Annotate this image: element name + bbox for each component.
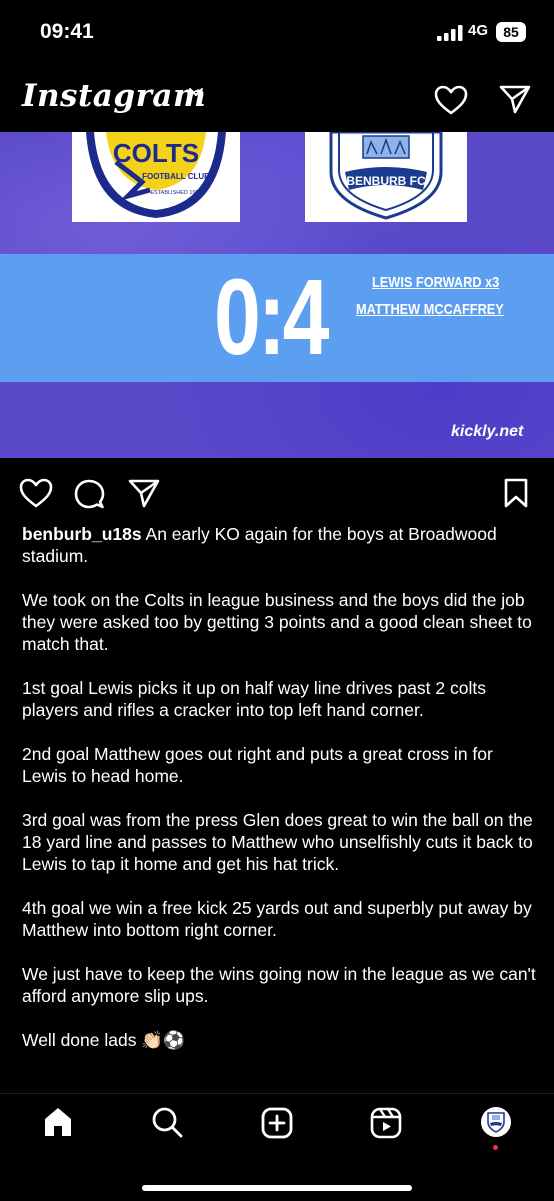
- colts-badge-est: ESTABLISHED 1969: [150, 190, 201, 196]
- notification-dot: [493, 1145, 498, 1150]
- scorer-1: LEWIS FORWARD x3: [372, 274, 500, 291]
- instagram-logo[interactable]: Instagram: [22, 78, 206, 114]
- colts-badge-text: COLTS: [113, 138, 199, 168]
- kickly-watermark: kickly.net: [451, 423, 524, 440]
- caption-paragraph: We took on the Colts in league business …: [22, 590, 532, 654]
- caption-username[interactable]: benburb_u18s: [22, 524, 142, 544]
- search-icon[interactable]: [151, 1106, 183, 1138]
- caption-paragraph: 2nd goal Matthew goes out right and puts…: [22, 744, 493, 786]
- caption-paragraph: 4th goal we win a free kick 25 yards out…: [22, 898, 532, 940]
- home-icon[interactable]: [42, 1106, 74, 1138]
- colts-crest-icon: COLTS FOOTBALL CLUB ESTABLISHED 1969: [86, 132, 226, 218]
- benburb-badge-text: BENBURB FC: [346, 174, 426, 188]
- signal-icon: [437, 25, 463, 41]
- home-indicator: [142, 1185, 412, 1191]
- battery-indicator: 85: [496, 22, 526, 42]
- colts-badge: COLTS FOOTBALL CLUB ESTABLISHED 1969: [72, 132, 240, 222]
- send-icon[interactable]: [499, 84, 531, 114]
- profile-crest-icon: [483, 1109, 509, 1135]
- colts-badge-sub: FOOTBALL CLUB: [142, 172, 210, 181]
- benburb-badge: BENBURB FC: [305, 132, 467, 222]
- caption-paragraph: We just have to keep the wins going now …: [22, 964, 536, 1006]
- heart-icon[interactable]: [434, 85, 468, 115]
- status-bar: 09:41 4G 85: [0, 0, 554, 66]
- reels-icon[interactable]: [370, 1107, 402, 1139]
- match-score: 0:4: [214, 256, 330, 377]
- bookmark-icon[interactable]: [503, 478, 529, 508]
- like-icon[interactable]: [19, 478, 53, 508]
- status-time: 09:41: [40, 20, 94, 43]
- caption-paragraph: 1st goal Lewis picks it up on half way l…: [22, 678, 486, 720]
- caption-paragraph: 3rd goal was from the press Glen does gr…: [22, 810, 533, 874]
- scorer-2: MATTHEW MCCAFFREY: [356, 301, 504, 318]
- share-icon[interactable]: [128, 478, 160, 508]
- profile-avatar[interactable]: [481, 1107, 511, 1137]
- benburb-crest-icon: BENBURB FC: [329, 132, 443, 220]
- post-caption: benburb_u18s An early KO again for the b…: [22, 523, 537, 1073]
- chevron-down-icon[interactable]: [188, 86, 204, 98]
- post-image[interactable]: COLTS FOOTBALL CLUB ESTABLISHED 1969 BEN…: [0, 132, 554, 458]
- caption-first: benburb_u18s An early KO again for the b…: [22, 523, 537, 567]
- comment-icon[interactable]: [73, 478, 105, 510]
- network-type: 4G: [468, 22, 489, 39]
- caption-paragraph: Well done lads 👏🏻⚽️: [22, 1030, 185, 1050]
- create-icon[interactable]: [261, 1107, 293, 1139]
